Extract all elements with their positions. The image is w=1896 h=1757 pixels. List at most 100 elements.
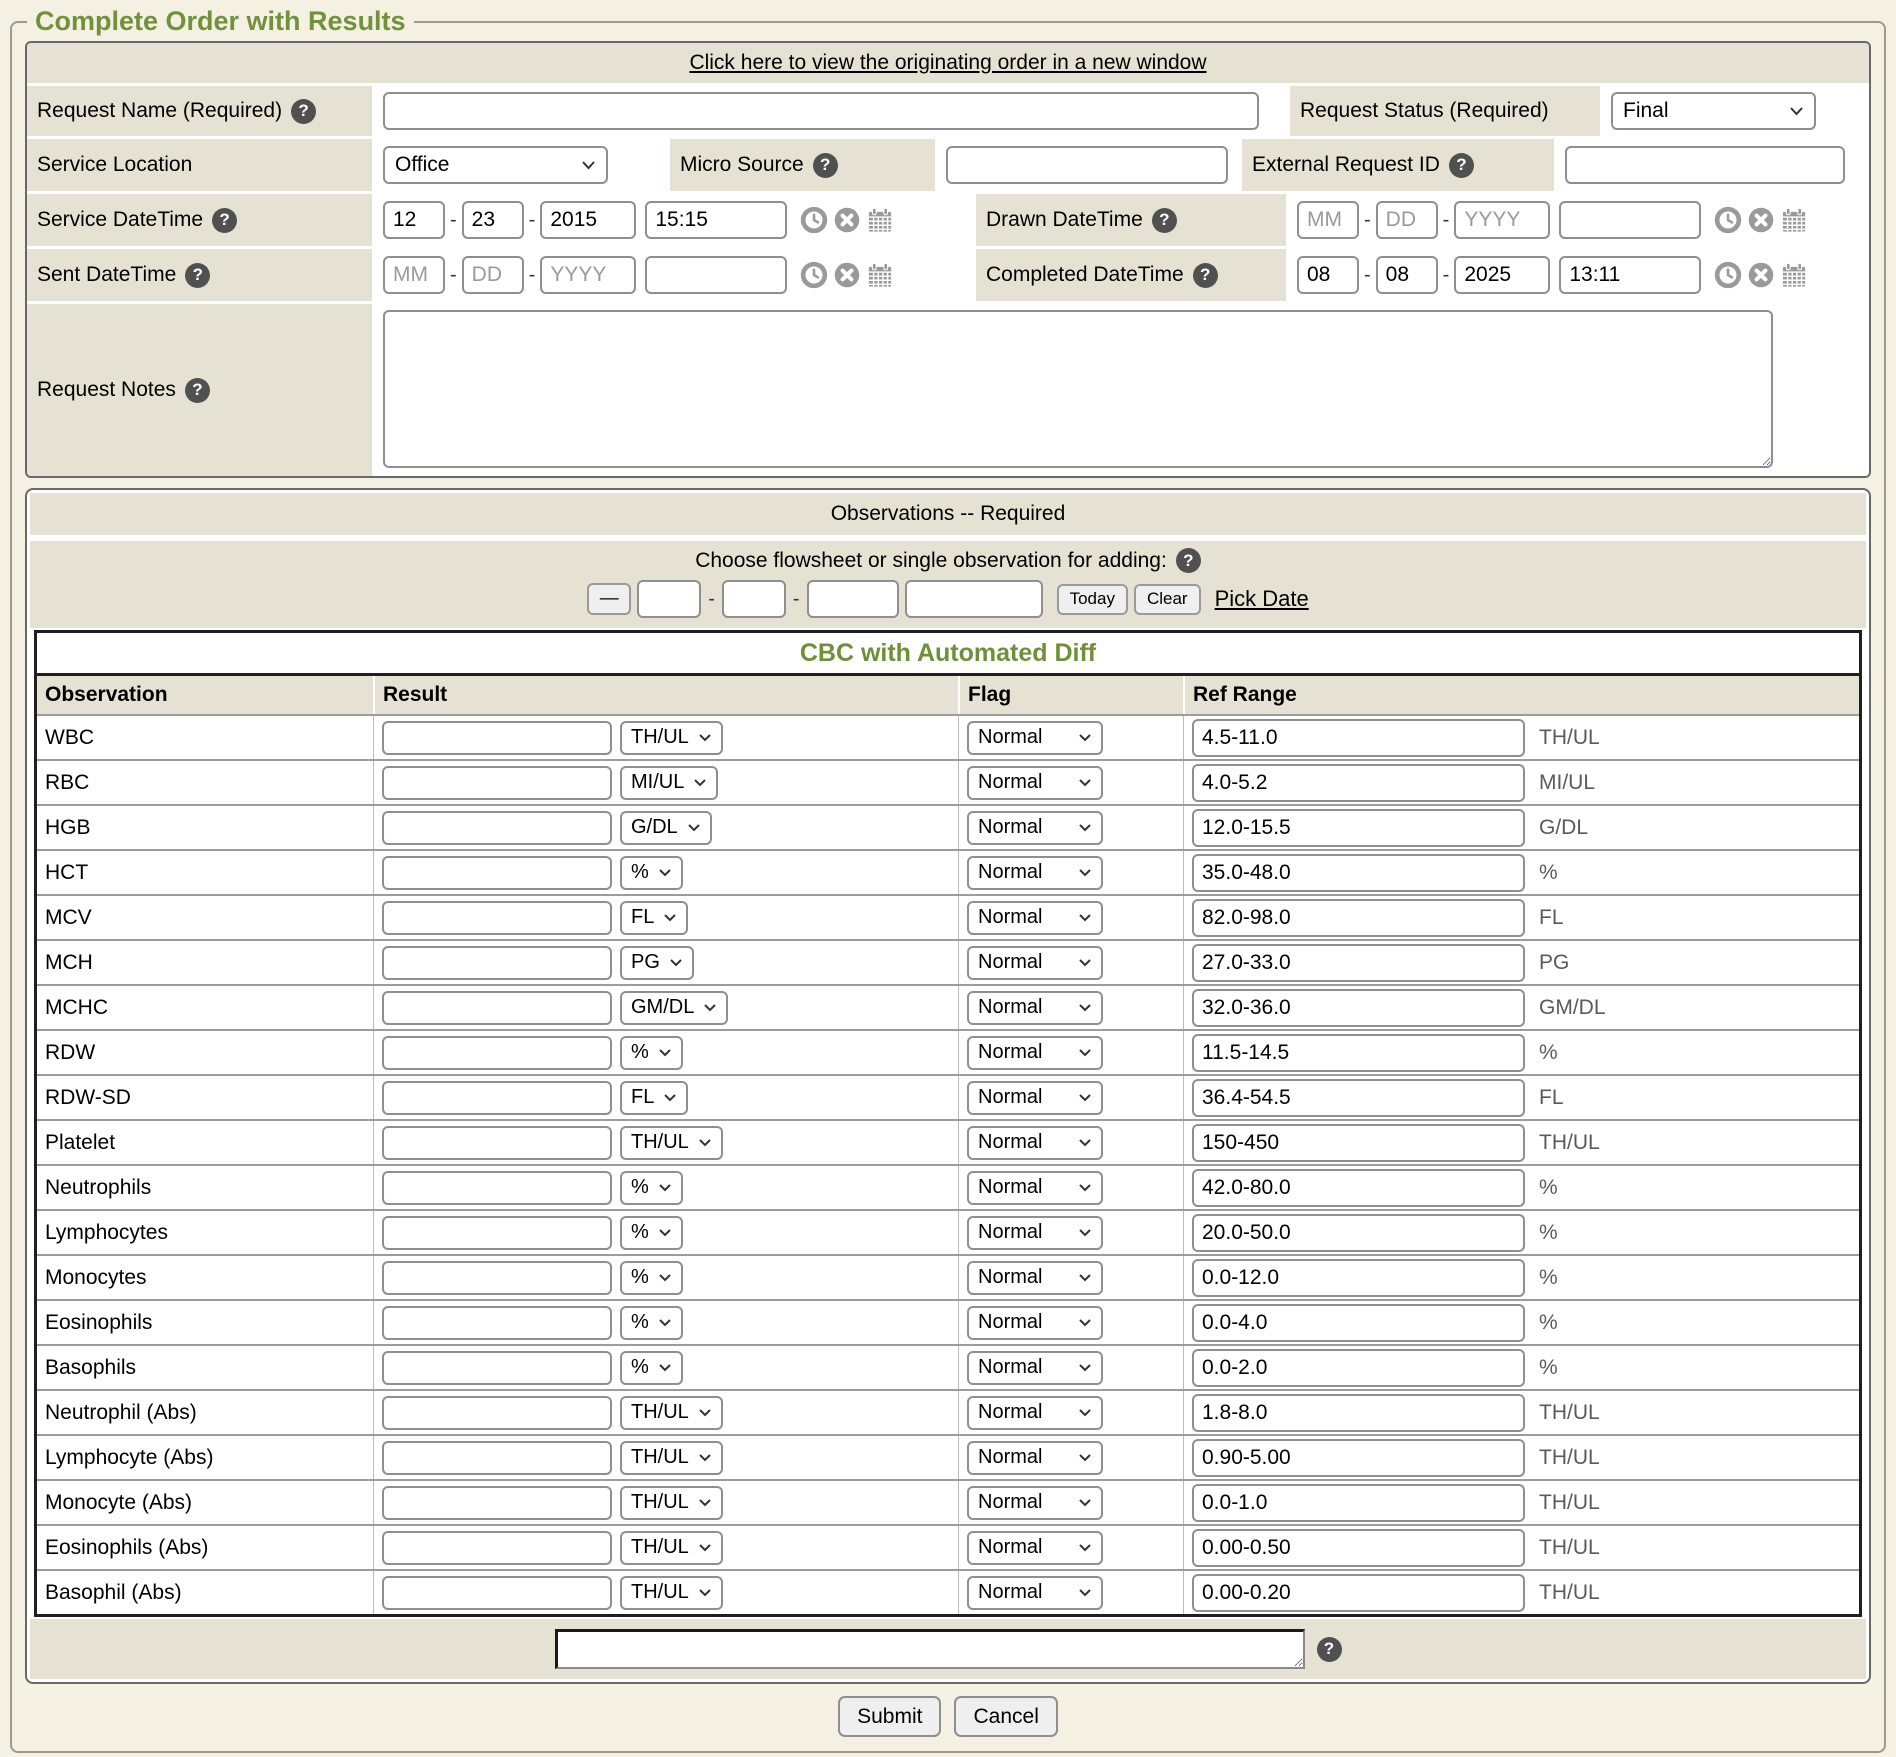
result-input[interactable] <box>382 946 612 980</box>
clock-icon[interactable] <box>799 260 829 290</box>
micro-source-input[interactable] <box>946 146 1228 184</box>
unit-select[interactable]: G/DL <box>620 811 712 845</box>
flag-select[interactable]: Normal <box>967 1171 1103 1205</box>
chooser-month-input[interactable] <box>637 580 701 618</box>
flag-select[interactable]: Normal <box>967 1306 1103 1340</box>
ref-range-input[interactable] <box>1192 1304 1525 1342</box>
result-input[interactable] <box>382 1036 612 1070</box>
flag-select[interactable]: Normal <box>967 1441 1103 1475</box>
unit-select[interactable]: % <box>620 1036 683 1070</box>
ref-range-input[interactable] <box>1192 899 1525 937</box>
help-icon[interactable]: ? <box>212 208 237 233</box>
result-input[interactable] <box>382 1306 612 1340</box>
unit-select[interactable]: % <box>620 1351 683 1385</box>
calendar-icon[interactable] <box>865 205 895 235</box>
help-icon[interactable]: ? <box>1193 263 1218 288</box>
result-input[interactable] <box>382 811 612 845</box>
unit-select[interactable]: % <box>620 856 683 890</box>
flag-select[interactable]: Normal <box>967 1576 1103 1610</box>
flag-select[interactable]: Normal <box>967 946 1103 980</box>
sent-time-input[interactable] <box>645 256 787 294</box>
calendar-icon[interactable] <box>865 260 895 290</box>
result-input[interactable] <box>382 901 612 935</box>
flag-select[interactable]: Normal <box>967 1486 1103 1520</box>
result-input[interactable] <box>382 1261 612 1295</box>
drawn-day-input[interactable] <box>1376 201 1438 239</box>
flag-select[interactable]: Normal <box>967 1216 1103 1250</box>
service-year-input[interactable] <box>540 201 636 239</box>
ref-range-input[interactable] <box>1192 719 1525 757</box>
drawn-time-input[interactable] <box>1559 201 1701 239</box>
completed-time-input[interactable] <box>1559 256 1701 294</box>
help-icon[interactable]: ? <box>185 263 210 288</box>
ref-range-input[interactable] <box>1192 1484 1525 1522</box>
ref-range-input[interactable] <box>1192 1034 1525 1072</box>
originating-order-link[interactable]: Click here to view the originating order… <box>689 51 1206 75</box>
result-input[interactable] <box>382 1576 612 1610</box>
clock-icon[interactable] <box>799 205 829 235</box>
chooser-day-input[interactable] <box>722 580 786 618</box>
drawn-month-input[interactable] <box>1297 201 1359 239</box>
clear-date-icon[interactable] <box>1746 205 1776 235</box>
drawn-year-input[interactable] <box>1454 201 1550 239</box>
result-input[interactable] <box>382 1441 612 1475</box>
flag-select[interactable]: Normal <box>967 856 1103 890</box>
request-name-input[interactable] <box>383 92 1259 130</box>
help-icon[interactable]: ? <box>291 99 316 124</box>
unit-select[interactable]: FL <box>620 1081 688 1115</box>
ref-range-input[interactable] <box>1192 1349 1525 1387</box>
unit-select[interactable]: % <box>620 1306 683 1340</box>
result-input[interactable] <box>382 1081 612 1115</box>
flag-select[interactable]: Normal <box>967 721 1103 755</box>
unit-select[interactable]: TH/UL <box>620 1486 723 1520</box>
ref-range-input[interactable] <box>1192 854 1525 892</box>
calendar-icon[interactable] <box>1779 260 1809 290</box>
submit-button[interactable]: Submit <box>838 1696 941 1737</box>
unit-select[interactable]: TH/UL <box>620 1126 723 1160</box>
chooser-year-input[interactable] <box>807 580 899 618</box>
request-status-select[interactable]: Final <box>1611 92 1816 130</box>
unit-select[interactable]: PG <box>620 946 694 980</box>
flag-select[interactable]: Normal <box>967 1351 1103 1385</box>
help-icon[interactable]: ? <box>1176 548 1201 573</box>
clock-icon[interactable] <box>1713 260 1743 290</box>
unit-select[interactable]: % <box>620 1171 683 1205</box>
result-input[interactable] <box>382 721 612 755</box>
result-input[interactable] <box>382 1126 612 1160</box>
clear-date-icon[interactable] <box>832 260 862 290</box>
result-input[interactable] <box>382 856 612 890</box>
chooser-time-input[interactable] <box>905 580 1043 618</box>
collapse-button[interactable]: — <box>587 583 631 615</box>
external-request-id-input[interactable] <box>1565 146 1845 184</box>
flag-select[interactable]: Normal <box>967 901 1103 935</box>
result-input[interactable] <box>382 766 612 800</box>
clear-date-icon[interactable] <box>1746 260 1776 290</box>
request-notes-textarea[interactable] <box>383 310 1773 468</box>
ref-range-input[interactable] <box>1192 1169 1525 1207</box>
help-icon[interactable]: ? <box>1449 153 1474 178</box>
result-input[interactable] <box>382 1396 612 1430</box>
service-location-select[interactable]: Office <box>383 146 608 184</box>
unit-select[interactable]: FL <box>620 901 688 935</box>
ref-range-input[interactable] <box>1192 1259 1525 1297</box>
pick-date-link[interactable]: Pick Date <box>1215 586 1309 612</box>
sent-year-input[interactable] <box>540 256 636 294</box>
ref-range-input[interactable] <box>1192 764 1525 802</box>
result-input[interactable] <box>382 1531 612 1565</box>
unit-select[interactable]: MI/UL <box>620 766 718 800</box>
ref-range-input[interactable] <box>1192 989 1525 1027</box>
cancel-button[interactable]: Cancel <box>954 1696 1057 1737</box>
result-input[interactable] <box>382 1171 612 1205</box>
ref-range-input[interactable] <box>1192 1214 1525 1252</box>
clear-date-icon[interactable] <box>832 205 862 235</box>
help-icon[interactable]: ? <box>1317 1637 1342 1662</box>
clear-button[interactable]: Clear <box>1134 584 1201 615</box>
service-time-input[interactable] <box>645 201 787 239</box>
ref-range-input[interactable] <box>1192 1394 1525 1432</box>
result-input[interactable] <box>382 991 612 1025</box>
calendar-icon[interactable] <box>1779 205 1809 235</box>
unit-select[interactable]: % <box>620 1216 683 1250</box>
unit-select[interactable]: % <box>620 1261 683 1295</box>
service-day-input[interactable] <box>462 201 524 239</box>
flag-select[interactable]: Normal <box>967 1081 1103 1115</box>
